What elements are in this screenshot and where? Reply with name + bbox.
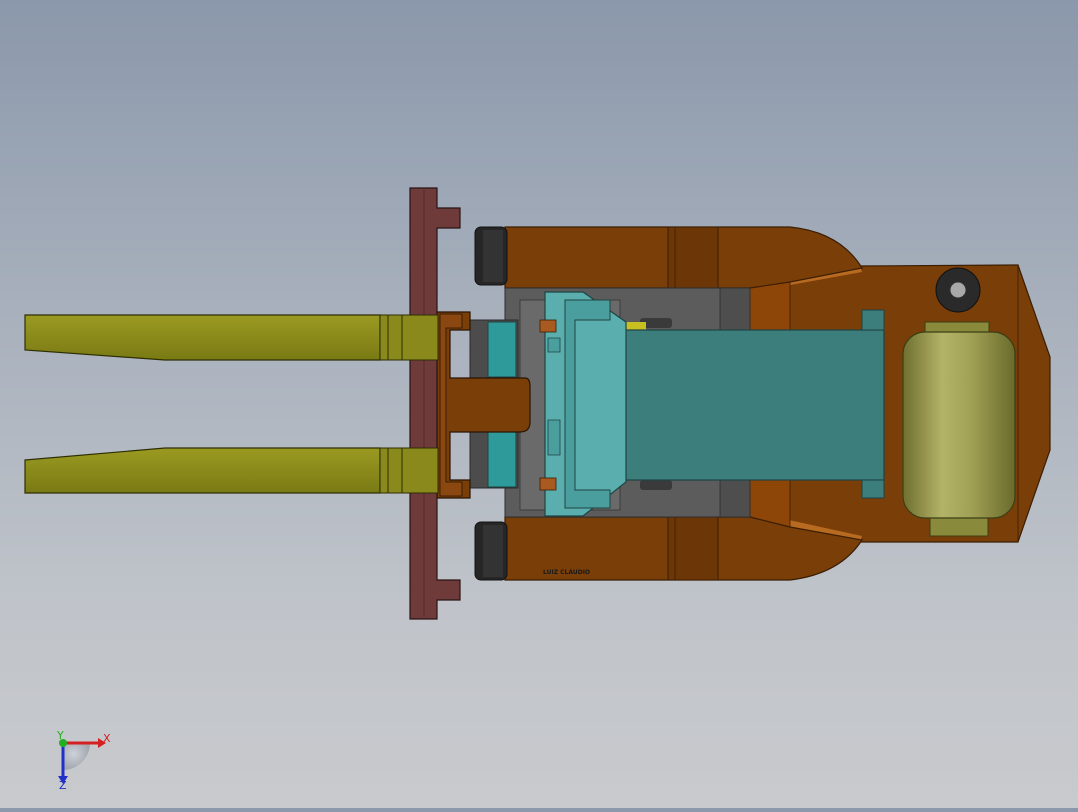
forklift-top-view[interactable]: LUIZ CLAUDIO [0,0,1078,808]
z-axis-label: Z [59,779,67,790]
coordinate-triad: X Y Z [56,730,111,790]
fork-top[interactable] [24,314,439,361]
front-wheel-bottom[interactable] [474,521,508,581]
fender-top[interactable] [504,226,863,289]
y-axis-label: Y [56,730,64,742]
lpg-tank[interactable] [902,321,1016,537]
front-wheel-top[interactable] [474,226,508,286]
x-axis-label: X [103,732,111,745]
fork-bottom[interactable] [24,447,439,494]
cad-viewport[interactable]: LUIZ CLAUDIO X Y Z [0,0,1078,808]
triad-quadrant [63,743,90,770]
fuel-cap-icon[interactable] [935,267,981,313]
engraved-text: LUIZ CLAUDIO [543,569,590,576]
